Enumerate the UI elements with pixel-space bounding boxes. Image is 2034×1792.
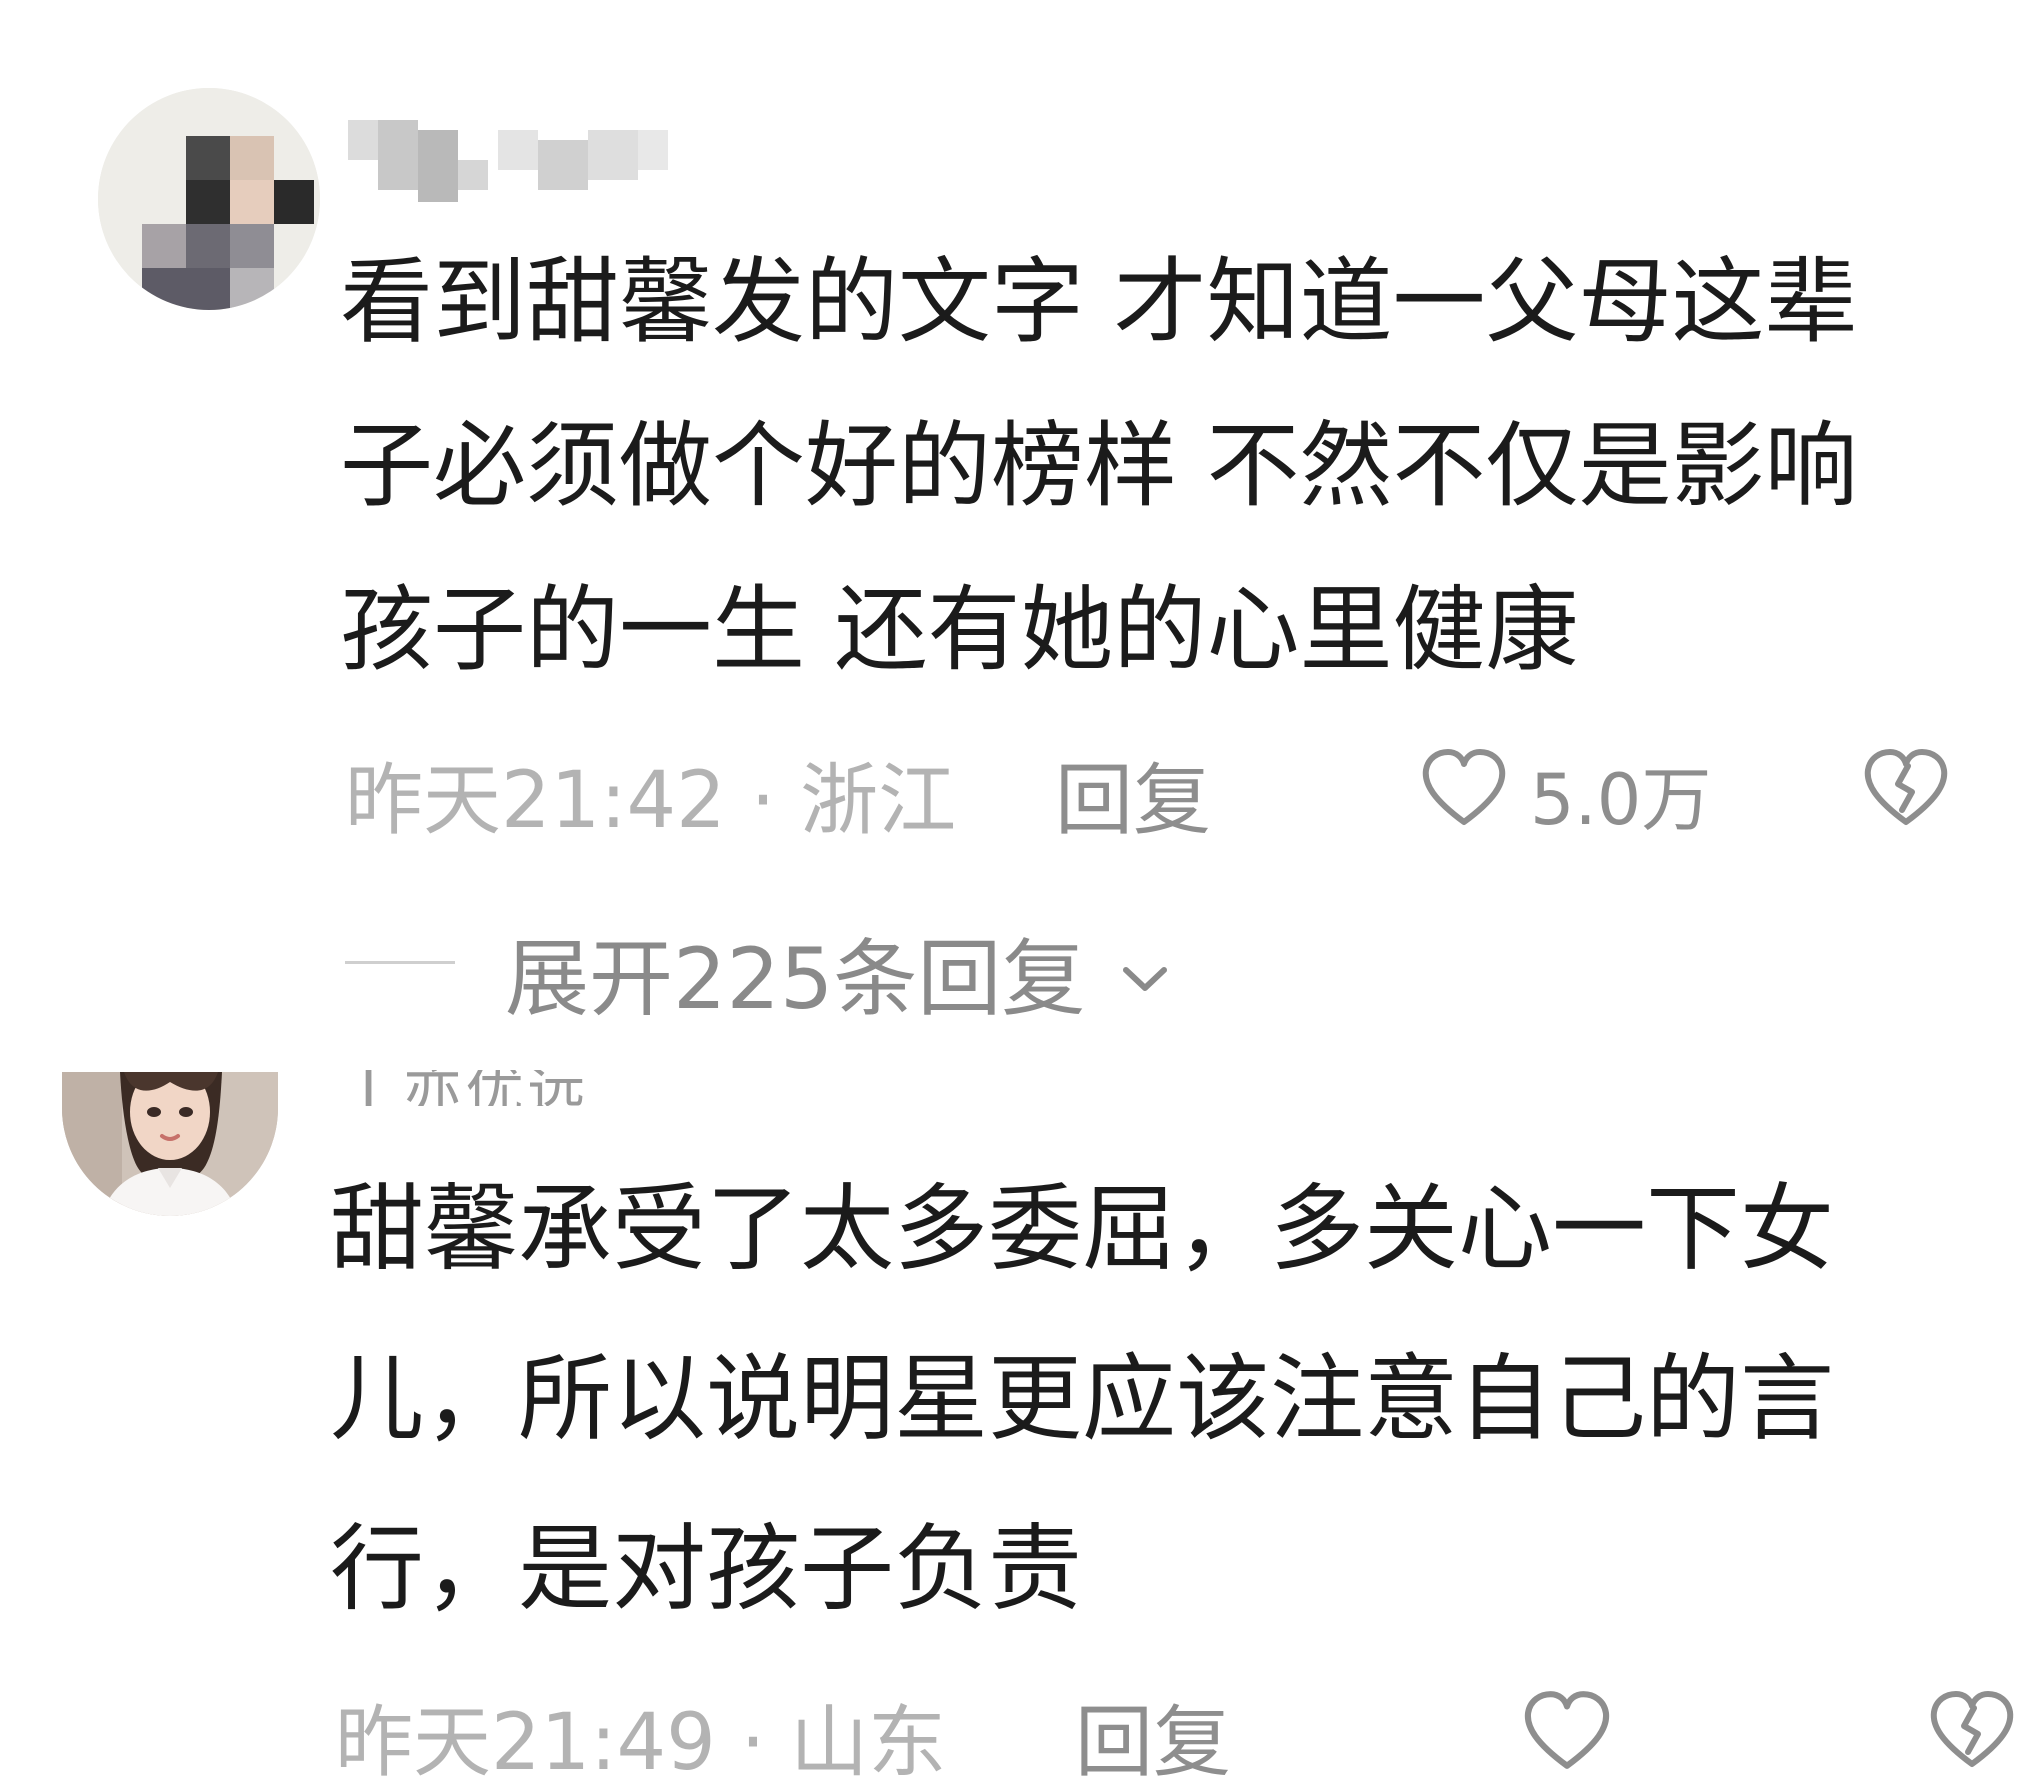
- avatar[interactable]: [62, 1072, 278, 1216]
- expand-replies-button[interactable]: 展开225条回复: [505, 912, 1170, 1033]
- username-mosaic-tile: [378, 120, 418, 190]
- broken-heart-icon[interactable]: [1862, 748, 1950, 828]
- avatar-mosaic-tile: [274, 180, 314, 224]
- username[interactable]: I 亦优远: [330, 1070, 700, 1106]
- chevron-down-icon: [1120, 962, 1170, 996]
- avatar-mosaic-tile: [230, 224, 274, 268]
- comment-line: 子必须做个好的榜样 不然不仅是影响: [340, 412, 1858, 520]
- heart-outline-icon[interactable]: [1420, 748, 1508, 828]
- comment-line: 甜馨承受了太多委屈，多关心一下女: [330, 1175, 1835, 1284]
- avatar-mosaic-tile: [186, 136, 230, 180]
- expand-divider: [345, 961, 455, 964]
- reply-button[interactable]: 回复: [1055, 738, 1211, 850]
- heart-outline-icon[interactable]: [1522, 1690, 1612, 1772]
- comment-line: 儿，所以说明星更应该注意自己的言: [330, 1345, 1835, 1454]
- avatar-mosaic-tile: [142, 224, 186, 268]
- username-mosaic-tile: [538, 140, 588, 190]
- comment-time-location: 昨天21:49 · 山东: [335, 1698, 947, 1788]
- comment-line: 行，是对孩子负责: [330, 1515, 1083, 1624]
- username-mosaic-tile: [348, 120, 378, 160]
- avatar-mosaic-tile: [230, 268, 274, 310]
- comment-time-location: 昨天21:42 · 浙江: [345, 756, 957, 846]
- avatar-mosaic-tile: [186, 224, 230, 268]
- avatar-mosaic-tile: [186, 180, 230, 224]
- avatar-mosaic-tile: [230, 180, 274, 224]
- username-text: I 亦优远: [360, 1070, 590, 1106]
- username-mosaic-tile: [498, 130, 538, 170]
- username-mosaic-tile: [638, 130, 668, 170]
- avatar-portrait: [62, 1072, 278, 1216]
- avatar-mosaic-tile: [230, 136, 274, 180]
- comment-line: 看到甜馨发的文字 才知道一父母这辈: [340, 248, 1858, 356]
- reply-button[interactable]: 回复: [1075, 1680, 1231, 1792]
- avatar-mosaic-tile: [142, 268, 230, 310]
- avatar[interactable]: [98, 88, 320, 310]
- comment-line: 孩子的一生 还有她的心里健康: [340, 576, 1579, 684]
- username-mosaic-tile: [418, 130, 458, 202]
- comment-body: 甜馨承受了太多委屈，多关心一下女 儿，所以说明星更应该注意自己的言 行，是对孩子…: [330, 1145, 1834, 1655]
- username-blurred[interactable]: [348, 120, 678, 202]
- username-mosaic-tile: [588, 130, 638, 180]
- expand-replies-label: 展开225条回复: [505, 930, 1086, 1028]
- username-mosaic-tile: [458, 160, 488, 190]
- broken-heart-icon[interactable]: [1928, 1690, 2016, 1770]
- comment-body: 看到甜馨发的文字 才知道一父母这辈 子必须做个好的榜样 不然不仅是影响 孩子的一…: [340, 220, 1858, 712]
- like-count: 5.0万: [1530, 759, 1712, 841]
